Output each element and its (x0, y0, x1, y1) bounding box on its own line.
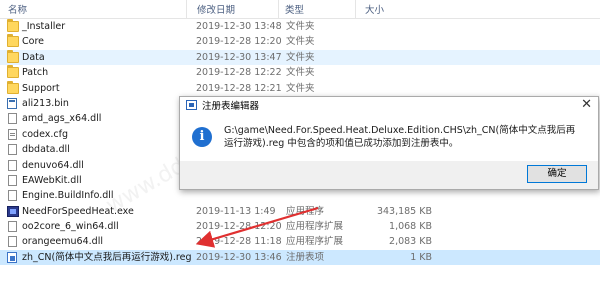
file-size: 2,083 KB (389, 236, 432, 248)
file-date: 2019-12-28 11:18 (196, 236, 282, 248)
application-icon (7, 205, 19, 217)
bin-file-icon (7, 97, 17, 109)
column-divider[interactable] (355, 0, 356, 18)
file-name: amd_ags_x64.dll (22, 113, 102, 125)
file-name: oo2core_6_win64.dll (22, 221, 119, 233)
file-date: 2019-11-13 1:49 (196, 205, 276, 217)
file-date: 2019-12-30 13:48 (196, 21, 282, 32)
dll-file-icon (8, 113, 17, 125)
dialog-footer: 确定 (180, 161, 598, 189)
file-type: 文件夹 (286, 51, 315, 63)
registry-file-icon (7, 251, 17, 263)
file-size: 343,185 KB (376, 205, 432, 217)
file-date: 2019-12-30 13:46 (196, 251, 282, 263)
dll-file-icon (8, 221, 17, 233)
folder-icon (7, 49, 19, 63)
folder-icon (7, 19, 19, 32)
dll-file-icon (8, 190, 17, 202)
ok-button[interactable]: 确定 (527, 165, 587, 183)
config-file-icon (8, 128, 17, 140)
file-type: 应用程序 (286, 205, 325, 217)
file-type: 文件夹 (286, 21, 315, 32)
column-type[interactable]: 类型 (285, 2, 304, 16)
file-name: Patch (22, 67, 49, 79)
folder-icon (7, 80, 19, 94)
column-header: 名称 修改日期 类型 大小 (0, 0, 600, 19)
file-type: 文件夹 (286, 67, 315, 79)
folder-icon (7, 65, 19, 79)
file-row[interactable]: Support 2019-12-28 12:21 文件夹 (0, 80, 600, 96)
registry-editor-dialog: 注册表编辑器 ✕ i G:\game\Need.For.Speed.Heat.D… (179, 96, 599, 190)
file-row[interactable]: zh_CN(简体中文点我后再运行游戏).reg 2019-12-30 13:46 注… (0, 249, 600, 266)
column-size[interactable]: 大小 (365, 2, 384, 16)
file-date: 2019-12-30 13:47 (196, 51, 282, 63)
dll-file-icon (8, 159, 17, 171)
file-date: 2019-12-28 12:20 (196, 221, 282, 233)
file-size: 1,068 KB (389, 221, 432, 233)
file-date: 2019-12-28 12:21 (196, 82, 282, 94)
file-type: 文件夹 (286, 82, 315, 94)
dll-file-icon (8, 144, 17, 156)
file-row[interactable]: Core 2019-12-28 12:20 文件夹 (0, 34, 600, 49)
dll-file-icon (8, 236, 17, 248)
file-name: NeedForSpeedHeat.exe (22, 205, 134, 217)
file-type: 应用程序扩展 (286, 221, 344, 233)
file-date: 2019-12-28 12:22 (196, 67, 282, 79)
file-name: orangeemu64.dll (22, 236, 103, 248)
column-date-modified[interactable]: 修改日期 (197, 2, 235, 16)
file-name: Engine.BuildInfo.dll (22, 190, 114, 202)
file-name: dbdata.dll (22, 144, 70, 156)
file-name: Support (22, 82, 60, 94)
file-row[interactable]: _Installer 2019-12-30 13:48 文件夹 (0, 19, 600, 34)
file-name: ali213.bin (22, 97, 69, 109)
file-row[interactable]: Data 2019-12-30 13:47 文件夹 (0, 49, 600, 66)
file-size: 1 KB (410, 251, 432, 263)
file-date: 2019-12-28 12:20 (196, 36, 282, 48)
info-icon: i (192, 127, 212, 147)
file-name: codex.cfg (22, 128, 68, 140)
file-name: _Installer (22, 21, 66, 32)
registry-editor-icon (186, 100, 197, 110)
file-type: 文件夹 (286, 36, 315, 48)
file-row[interactable]: Engine.BuildInfo.dll (0, 188, 600, 203)
file-name: denuvo64.dll (22, 159, 84, 171)
dialog-title: 注册表编辑器 (202, 101, 260, 112)
file-row[interactable]: orangeemu64.dll 2019-12-28 11:18 应用程序扩展 2,0… (0, 234, 600, 249)
file-name: EAWebKit.dll (22, 174, 82, 186)
dll-file-icon (8, 174, 17, 186)
close-icon[interactable]: ✕ (581, 97, 592, 113)
file-name: Data (22, 51, 45, 63)
dialog-message: G:\game\Need.For.Speed.Heat.Deluxe.Editi… (224, 125, 576, 149)
file-type: 注册表项 (286, 251, 325, 263)
file-row[interactable]: oo2core_6_win64.dll 2019-12-28 12:20 应用程序扩… (0, 219, 600, 234)
file-type: 应用程序扩展 (286, 236, 344, 248)
file-name: zh_CN(简体中文点我后再运行游戏).reg (22, 251, 192, 263)
dialog-title-bar[interactable]: 注册表编辑器 ✕ (180, 97, 598, 113)
column-divider[interactable] (278, 0, 279, 18)
file-row[interactable]: NeedForSpeedHeat.exe 2019-11-13 1:49 应用程序 3… (0, 204, 600, 219)
file-row[interactable]: Patch 2019-12-28 12:22 文件夹 (0, 65, 600, 80)
column-divider[interactable] (186, 0, 187, 18)
file-name: Core (22, 36, 44, 48)
folder-icon (7, 34, 19, 48)
column-name[interactable]: 名称 (8, 2, 27, 16)
